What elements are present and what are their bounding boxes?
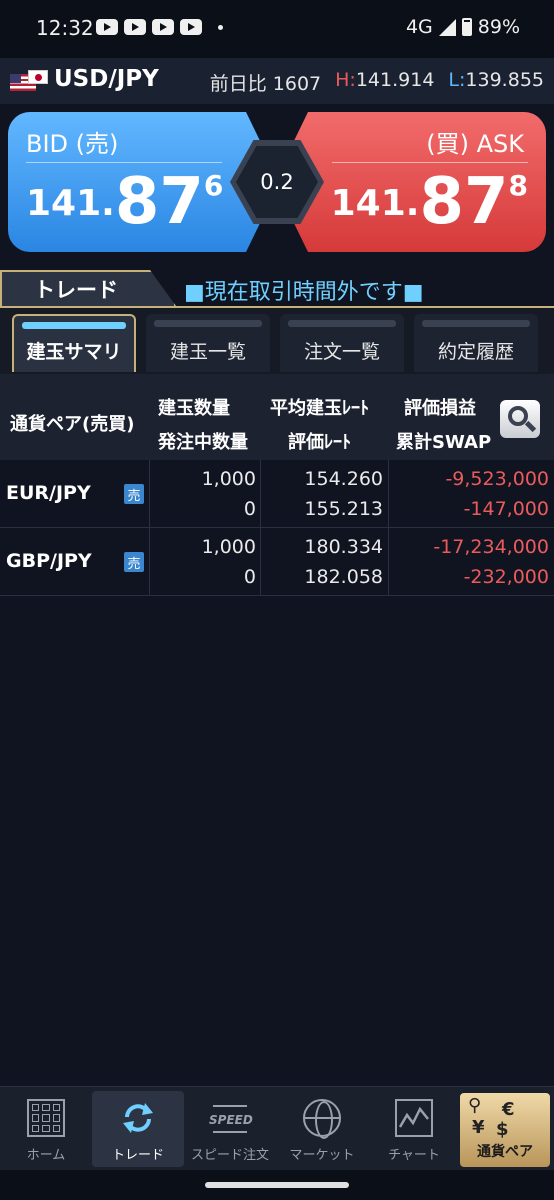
youtube-icon [124, 19, 146, 35]
daily-change: 前日比 1607 [209, 73, 322, 95]
bid-label: BID (売) [26, 130, 119, 158]
quote-panel: BID (売) 141. 87 6 (買) ASK 141. 87 8 0.2 [0, 108, 554, 256]
sell-badge: 売 [124, 484, 144, 504]
status-right: 4G 89% [406, 16, 520, 38]
content-empty-area [0, 596, 554, 1086]
home-indicator[interactable] [205, 1182, 349, 1188]
battery-level: 89% [477, 16, 520, 38]
ask-price: 141. 87 8 [330, 165, 528, 239]
nav-trade[interactable]: トレード [92, 1091, 184, 1167]
notification-icons [96, 19, 223, 35]
row-eval-rate: 155.213 [304, 498, 383, 520]
youtube-icon [152, 19, 174, 35]
market-status-message: ■現在取引時間外です■ [184, 280, 424, 305]
network-type: 4G [405, 16, 433, 38]
row-avg-rate: 180.334 [304, 536, 383, 558]
trade-tab[interactable]: トレード [0, 270, 176, 306]
header-qty: 建玉数量 [158, 398, 230, 419]
youtube-icon [96, 19, 118, 35]
nav-currency-pair[interactable]: ⚲ € ¥ $ 通貨ペア [460, 1093, 550, 1167]
magnifier-icon: ⚲ [468, 1095, 482, 1116]
table-row[interactable]: EUR/JPY 売 1,000 0 154.260 155.213 -9,523… [0, 460, 554, 528]
header-pair: 通貨ペア(売買) [10, 414, 135, 435]
bottom-nav: ホーム トレード SPEED スピード注文 マーケット チャート ⚲ € ¥ $… [0, 1086, 554, 1170]
row-swap: -232,000 [463, 566, 549, 588]
currency-icon: € [502, 1099, 515, 1120]
nav-home[interactable]: ホーム [0, 1091, 92, 1167]
usd-jpy-flag-icon [10, 70, 48, 92]
high-price: H:141.914 [335, 69, 435, 91]
search-button[interactable] [500, 400, 540, 438]
tab-order-list[interactable]: 注文一覧 [280, 314, 404, 372]
grid-icon [27, 1099, 65, 1137]
status-bar: 12:32 4G 89% [0, 0, 554, 58]
row-eval-rate: 182.058 [304, 566, 383, 588]
row-qty: 1,000 [201, 536, 256, 558]
refresh-icon [119, 1099, 157, 1137]
chart-icon [395, 1099, 433, 1137]
trade-bar: トレード ■現在取引時間外です■ [0, 268, 554, 306]
bid-price: 141. 87 6 [26, 165, 224, 239]
header-eval-rate: 評価ﾚｰﾄ [288, 432, 351, 453]
header-pending-qty: 発注中数量 [158, 432, 248, 453]
row-avg-rate: 154.260 [304, 468, 383, 490]
row-pending-qty: 0 [243, 566, 256, 588]
row-pair: GBP/JPY [6, 550, 92, 572]
header-avg-rate: 平均建玉ﾚｰﾄ [270, 398, 369, 419]
more-notifications-icon [218, 25, 223, 30]
header-pnl: 評価損益 [404, 398, 476, 419]
tab-execution-history[interactable]: 約定履歴 [414, 314, 538, 372]
status-time: 12:32 [36, 16, 94, 40]
battery-icon [461, 18, 472, 36]
nav-speed-order[interactable]: SPEED スピード注文 [184, 1091, 276, 1167]
tab-position-summary[interactable]: 建玉サマリ [12, 314, 136, 372]
globe-icon [303, 1099, 341, 1139]
sell-badge: 売 [124, 552, 144, 572]
row-pnl: -17,234,000 [433, 536, 549, 558]
signal-icon [438, 18, 456, 36]
row-qty: 1,000 [201, 468, 256, 490]
ask-label: (買) ASK [426, 130, 524, 158]
pair-header: USD/JPY 前日比 1607 H:141.914 L:139.855 [0, 58, 554, 104]
speed-icon: SPEED [209, 1099, 253, 1137]
nav-market[interactable]: マーケット [276, 1091, 368, 1167]
table-row[interactable]: GBP/JPY 売 1,000 0 180.334 182.058 -17,23… [0, 528, 554, 596]
row-swap: -147,000 [463, 498, 549, 520]
currency-pair-title[interactable]: USD/JPY [54, 66, 159, 92]
table-header: 通貨ペア(売買) 建玉数量 発注中数量 平均建玉ﾚｰﾄ 評価ﾚｰﾄ 評価損益 累… [0, 374, 554, 460]
low-price: L:139.855 [448, 69, 544, 91]
price-summary: 前日比 1607 H:141.914 L:139.855 [210, 69, 544, 96]
row-pair: EUR/JPY [6, 482, 91, 504]
header-swap: 累計SWAP [396, 432, 492, 453]
tab-position-list[interactable]: 建玉一覧 [146, 314, 270, 372]
row-pending-qty: 0 [243, 498, 256, 520]
gesture-bar [0, 1170, 554, 1200]
youtube-icon [180, 19, 202, 35]
nav-chart[interactable]: チャート [368, 1091, 460, 1167]
row-pnl: -9,523,000 [445, 468, 549, 490]
position-tabs: 建玉サマリ 建玉一覧 注文一覧 約定履歴 [0, 308, 554, 374]
